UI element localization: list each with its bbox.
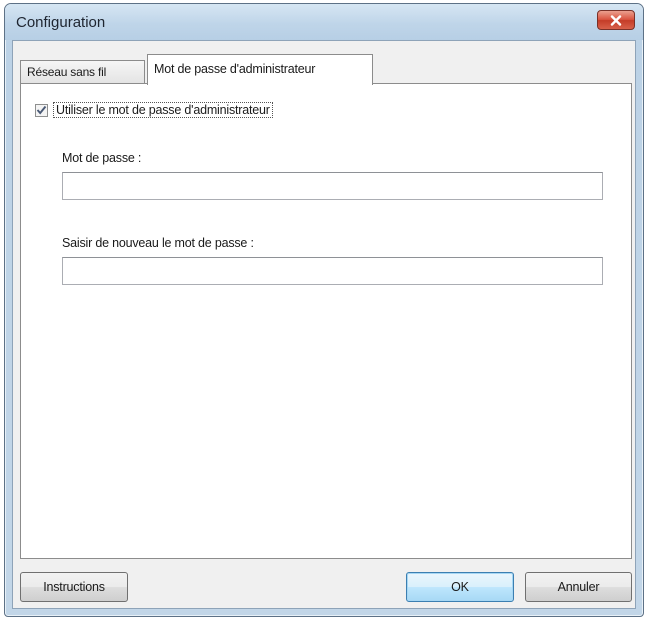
configuration-dialog: Configuration Réseau sans fil Mot de pas…: [4, 3, 644, 617]
password-label: Mot de passe :: [62, 151, 142, 165]
close-button[interactable]: [597, 10, 635, 30]
admin-password-panel: Utiliser le mot de passe d'administrateu…: [20, 83, 632, 559]
ok-button[interactable]: OK: [406, 572, 514, 602]
confirm-password-label: Saisir de nouveau le mot de passe :: [62, 236, 254, 250]
dialog-body: Réseau sans fil Mot de passe d'administr…: [12, 40, 636, 609]
checkmark-icon: [36, 105, 47, 115]
use-admin-password-label[interactable]: Utiliser le mot de passe d'administrateu…: [53, 102, 273, 118]
use-admin-password-checkbox[interactable]: [35, 103, 48, 117]
close-icon: [610, 14, 622, 26]
title-bar[interactable]: Configuration: [5, 4, 643, 40]
window-title: Configuration: [16, 14, 106, 31]
password-input[interactable]: [62, 172, 603, 200]
confirm-password-input[interactable]: [62, 257, 603, 285]
instructions-button[interactable]: Instructions: [20, 572, 128, 602]
use-admin-password-row[interactable]: Utiliser le mot de passe d'administrateu…: [35, 102, 273, 118]
tab-admin-password[interactable]: Mot de passe d'administrateur: [147, 54, 373, 85]
tab-wireless-network[interactable]: Réseau sans fil: [20, 60, 145, 84]
cancel-button[interactable]: Annuler: [525, 572, 632, 602]
